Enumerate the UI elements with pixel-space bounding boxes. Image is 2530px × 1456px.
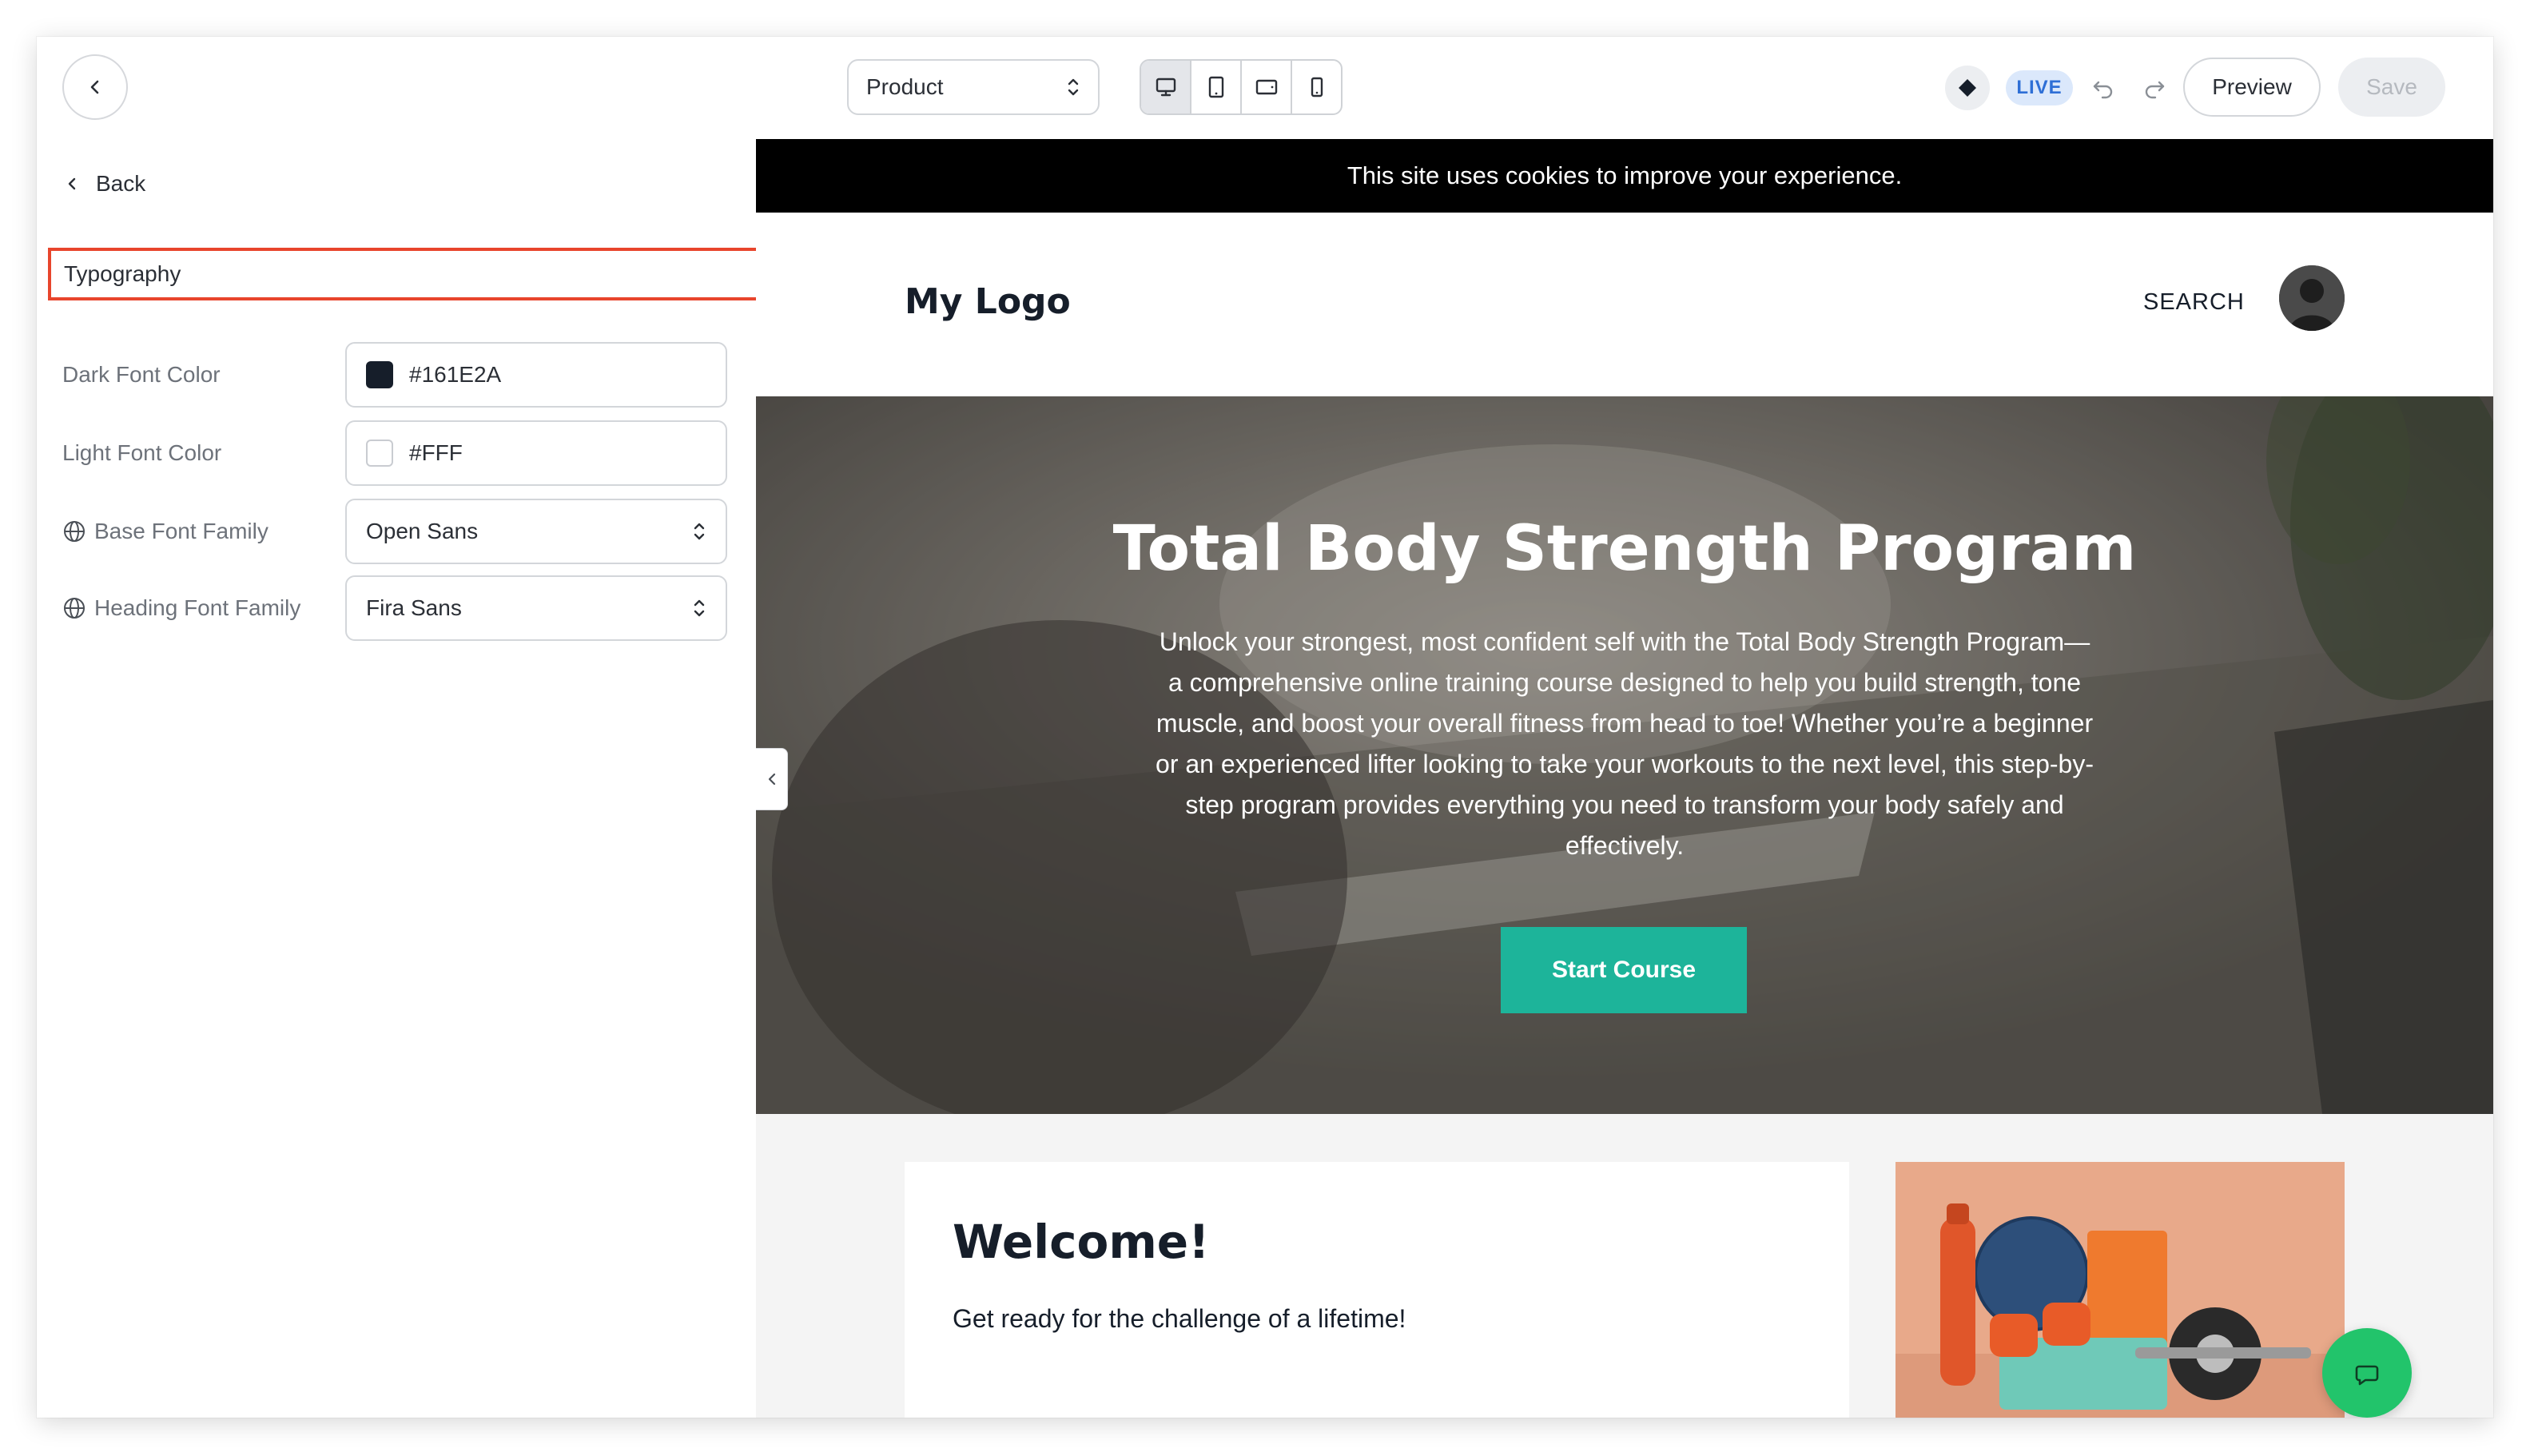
undo-button[interactable] [2087, 72, 2119, 104]
chevron-updown-icon [694, 599, 705, 617]
back-link[interactable]: Back [64, 168, 145, 200]
light-font-color-value: #FFF [409, 440, 463, 465]
redo-icon [2145, 81, 2165, 99]
dark-font-color-field[interactable]: #161E2A [345, 342, 727, 408]
heading-font-family-value: Fira Sans [366, 595, 462, 620]
redo-button[interactable] [2138, 72, 2170, 104]
start-course-button[interactable]: Start Course [1501, 927, 1747, 1013]
chevron-left-icon [768, 773, 775, 786]
heading-font-family-label-text: Heading Font Family [94, 595, 301, 620]
light-font-color-label: Light Font Color [62, 420, 221, 486]
heading-font-family-select[interactable]: Fira Sans [345, 575, 727, 641]
globe-icon [64, 521, 85, 542]
dark-font-color-label: Dark Font Color [62, 342, 221, 408]
tablet-landscape-icon [1255, 79, 1277, 95]
device-mobile-button[interactable] [1292, 61, 1341, 113]
preview-button[interactable]: Preview [2183, 58, 2321, 117]
heading-font-family-label: Heading Font Family [62, 575, 300, 641]
typography-section-header[interactable]: Typography [48, 248, 766, 300]
dark-font-color-value: #161E2A [409, 362, 502, 387]
base-font-family-select[interactable]: Open Sans [345, 499, 727, 564]
exit-button[interactable] [62, 54, 128, 120]
hero-title: Total Body Strength Program [1112, 513, 2137, 585]
heading-font-family-row: Heading Font Family Fira Sans [62, 575, 730, 641]
chevron-left-icon [68, 177, 76, 190]
live-status-badge: LIVE [2006, 70, 2073, 105]
collapse-sidebar-handle[interactable] [756, 748, 788, 810]
section-title: Typography [64, 261, 181, 286]
device-switcher [1140, 59, 1343, 115]
fitness-equipment-illustration [1896, 1162, 2345, 1418]
welcome-title: Welcome! [953, 1215, 1210, 1269]
tablet-icon [1208, 76, 1223, 98]
page-type-value: Product [866, 74, 944, 99]
device-tablet-landscape-button[interactable] [1242, 61, 1292, 113]
light-font-color-row: Light Font Color #FFF [62, 420, 730, 486]
user-avatar-icon [2279, 265, 2345, 331]
desktop-icon [1156, 78, 1175, 97]
welcome-card[interactable]: Welcome! Get ready for the challenge of … [905, 1162, 1849, 1418]
site-logo[interactable]: My Logo [905, 281, 1071, 322]
cookie-banner[interactable]: This site uses cookies to improve your e… [756, 139, 2493, 213]
site-search-link[interactable]: SEARCH [2143, 289, 2245, 316]
base-font-family-value: Open Sans [366, 519, 479, 543]
chat-icon [2355, 1365, 2379, 1386]
settings-sidebar: Back Typography Dark Font Color #161E2A … [37, 139, 766, 1418]
device-tablet-button[interactable] [1191, 61, 1242, 113]
chevron-left-icon [90, 80, 99, 94]
device-desktop-button[interactable] [1141, 61, 1191, 113]
light-font-color-label-text: Light Font Color [62, 440, 222, 465]
page-preview-canvas: This site uses cookies to improve your e… [756, 139, 2493, 1418]
avatar[interactable] [2279, 265, 2345, 331]
base-font-family-label: Base Font Family [62, 499, 269, 564]
page-type-select[interactable]: Product [847, 59, 1100, 115]
welcome-text: Get ready for the challenge of a lifetim… [953, 1304, 1406, 1333]
chat-support-button[interactable] [2322, 1328, 2412, 1418]
fitness-equipment-image[interactable] [1896, 1162, 2345, 1418]
dark-color-swatch[interactable] [366, 361, 393, 388]
editor-window: Product LIVE Preview Save Back Typograph… [37, 37, 2493, 1418]
diamond-icon [1959, 79, 1976, 97]
hero-section[interactable]: Total Body Strength Program Unlock your … [756, 396, 2493, 1114]
light-font-color-field[interactable]: #FFF [345, 420, 727, 486]
top-toolbar: Product LIVE Preview Save [37, 37, 2493, 139]
chevron-updown-icon [694, 523, 705, 540]
undo-icon [2093, 81, 2113, 99]
base-font-family-row: Base Font Family Open Sans [62, 499, 730, 564]
base-font-family-label-text: Base Font Family [94, 519, 269, 543]
mobile-icon [1311, 77, 1323, 97]
light-color-swatch[interactable] [366, 440, 393, 467]
back-label: Back [96, 171, 146, 196]
hero-description: Unlock your strongest, most confident se… [1156, 627, 2094, 860]
chevron-updown-icon [1068, 78, 1079, 96]
theme-button[interactable] [1945, 66, 1990, 110]
site-header[interactable]: My Logo SEARCH [756, 213, 2493, 396]
cookie-banner-text: This site uses cookies to improve your e… [1347, 161, 1903, 189]
save-button[interactable]: Save [2338, 58, 2445, 117]
globe-icon [64, 598, 85, 619]
dark-font-color-row: Dark Font Color #161E2A [62, 342, 730, 408]
dark-font-color-label-text: Dark Font Color [62, 362, 221, 387]
